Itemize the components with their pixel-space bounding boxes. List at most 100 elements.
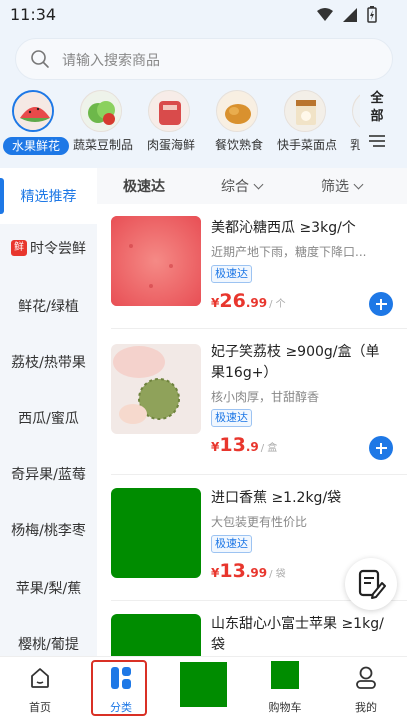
product-image-lychee[interactable] [111, 344, 201, 434]
product-title: 妃子笑荔枝 ≥900g/盒（单果16g+） [211, 344, 380, 381]
category-prepared-food[interactable]: 餐饮熟食 [204, 88, 272, 158]
price-integer: 13 [219, 560, 246, 582]
filter-screen[interactable]: 筛选 [321, 176, 364, 196]
product-title: 山东甜心小富士苹果 ≥1kg/袋 [211, 616, 384, 653]
filter-sort[interactable]: 综合 [221, 176, 264, 196]
dumpling-pack-icon [284, 90, 326, 132]
sidebar-item-melons[interactable]: 西瓜/蜜瓜 [0, 390, 97, 446]
divider [111, 474, 407, 475]
sidebar-item-featured[interactable]: 精选推荐 [0, 168, 97, 224]
price-decimal: .99 [245, 296, 268, 310]
filter-bar: 极速达 综合 筛选 [97, 168, 407, 204]
cart-icon [271, 661, 299, 689]
nav-cart[interactable]: 购物车 [263, 661, 323, 721]
category-fruit-flowers[interactable]: 水果鲜花 [0, 88, 69, 158]
search-input[interactable]: 请输入搜索商品 [15, 38, 393, 80]
category-label: 蔬菜豆制品 [72, 138, 133, 152]
product-image-banana[interactable] [111, 488, 201, 578]
wifi-icon [317, 7, 333, 21]
sidebar-item-label: 荔枝/热带果 [11, 355, 86, 371]
price-integer: 13 [219, 434, 246, 456]
fried-chicken-icon [216, 90, 258, 132]
sidebar-item-lychee-tropical[interactable]: 荔枝/热带果 [0, 334, 97, 390]
nav-home-label: 首页 [29, 701, 51, 714]
price-decimal: .99 [245, 566, 268, 580]
sidebar-item-label: 奇异果/蓝莓 [11, 467, 86, 483]
sidebar-item-label: 时令尝鲜 [30, 241, 86, 257]
chevron-down-icon [253, 179, 264, 190]
product-image-apple[interactable] [111, 614, 201, 656]
status-bar: 11:34 [0, 0, 407, 30]
filter-screen-label: 筛选 [321, 179, 349, 195]
lettuce-icon [80, 90, 122, 132]
category-dairy[interactable]: 乳 [340, 88, 360, 158]
fresh-badge: 鲜 [11, 240, 27, 256]
add-to-cart-button[interactable] [369, 436, 393, 460]
product-title: 美都沁糖西瓜 ≥3kg/个 [211, 220, 356, 236]
category-vegetables[interactable]: 蔬菜豆制品 [68, 88, 136, 158]
category-label: 快手菜面点 [276, 138, 337, 152]
nav-profile-label: 我的 [355, 701, 377, 714]
divider [111, 328, 407, 329]
category-strip: 水果鲜花 蔬菜豆制品 肉蛋海鲜 餐饮熟食 快手菜面点 乳 [0, 88, 360, 160]
sidebar-item-label: 杨梅/桃李枣 [11, 523, 86, 539]
menu-lines-icon [369, 135, 385, 147]
all-categories-button[interactable]: 全 部 [365, 90, 389, 150]
active-indicator [0, 178, 4, 214]
edit-note-icon [358, 569, 386, 599]
category-label: 餐饮熟食 [214, 138, 263, 152]
nav-profile[interactable]: 我的 [336, 661, 396, 721]
watermelon-icon [12, 90, 54, 132]
category-label: 水果鲜花 [3, 137, 69, 155]
floating-note-button[interactable] [345, 558, 397, 610]
all-label-line1: 全 [370, 91, 384, 106]
product-subtitle: 近期产地下雨，糖度下降口... [211, 245, 367, 259]
sidebar-item-flowers-plants[interactable]: 鲜花/绿植 [0, 278, 97, 334]
product-price: ¥26.99/ 个 [211, 290, 286, 312]
sidebar-item-label: 精选推荐 [20, 189, 77, 205]
status-time: 11:34 [10, 5, 57, 24]
nav-home[interactable]: 首页 [10, 661, 70, 721]
filter-sort-label: 综合 [221, 179, 249, 195]
product-price: ¥13.9/ 盒 [211, 434, 277, 456]
status-icons [317, 6, 377, 23]
sidebar-item-kiwi-blueberry[interactable]: 奇异果/蓝莓 [0, 446, 97, 502]
price-decimal: .9 [245, 440, 259, 454]
sidebar-item-label: 苹果/梨/蕉 [15, 581, 82, 597]
category-meat-eggs-seafood[interactable]: 肉蛋海鲜 [136, 88, 204, 158]
add-to-cart-button[interactable] [369, 292, 393, 316]
dairy-icon [352, 90, 360, 132]
category-sidebar: 精选推荐 鲜 时令尝鲜 鲜花/绿植 荔枝/热带果 西瓜/蜜瓜 奇异果/蓝莓 杨梅… [0, 168, 97, 656]
express-tag: 极速达 [211, 265, 252, 283]
category-label: 肉蛋海鲜 [146, 138, 195, 152]
price-unit: / 盒 [260, 443, 278, 454]
search-placeholder: 请输入搜索商品 [62, 53, 160, 69]
category-label: 乳 [350, 138, 360, 152]
product-title: 进口香蕉 ≥1.2kg/袋 [211, 490, 342, 506]
meat-icon [148, 90, 190, 132]
product-subtitle: 大包装更有性价比 [211, 515, 308, 529]
home-icon [31, 668, 49, 688]
product-image-watermelon[interactable] [111, 216, 201, 306]
express-tag: 极速达 [211, 535, 252, 553]
sidebar-item-bayberry-peach[interactable]: 杨梅/桃李枣 [0, 502, 97, 558]
center-nav-placeholder[interactable] [180, 662, 227, 707]
sidebar-item-apple-pear-banana[interactable]: 苹果/梨/蕉 [0, 560, 97, 616]
sidebar-item-label: 樱桃/葡提 [18, 637, 79, 653]
sidebar-item-label: 鲜花/绿植 [18, 299, 79, 315]
battery-icon [367, 6, 377, 23]
express-tag: 极速达 [211, 409, 252, 427]
price-unit: / 袋 [269, 569, 286, 580]
price-integer: 26 [219, 290, 246, 312]
chevron-down-icon [353, 179, 364, 190]
sidebar-item-label: 西瓜/蜜瓜 [18, 411, 79, 427]
sidebar-item-seasonal[interactable]: 鲜 时令尝鲜 [0, 220, 97, 276]
category-highlight-box [91, 660, 147, 716]
nav-cart-label: 购物车 [268, 701, 302, 714]
product-subtitle: 核小肉厚，甘甜醇香 [211, 390, 320, 404]
signal-icon [343, 7, 357, 22]
product-price: ¥13.99/ 袋 [211, 560, 286, 582]
all-label-line2: 部 [370, 109, 384, 124]
category-quick-meals[interactable]: 快手菜面点 [272, 88, 340, 158]
filter-express[interactable]: 极速达 [123, 176, 165, 196]
